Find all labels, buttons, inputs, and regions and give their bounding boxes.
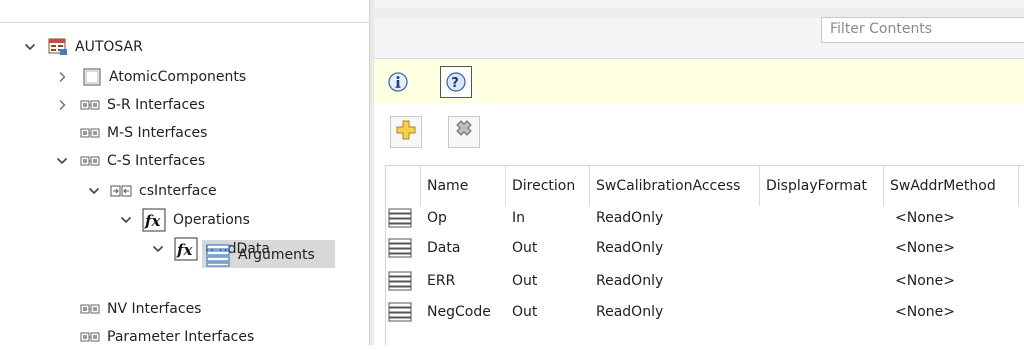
cell-direction: Out — [512, 273, 538, 289]
argument-row-icon — [388, 302, 412, 322]
tree-item-sr-interfaces[interactable]: S-R Interfaces — [54, 91, 205, 118]
svg-text:?: ? — [451, 76, 459, 91]
column-label: Name — [427, 178, 469, 194]
info-icon[interactable] — [382, 66, 414, 98]
tree-item-label: S-R Interfaces — [107, 96, 206, 113]
tree-item-atomiccomponents[interactable]: AtomicComponents — [54, 63, 246, 90]
delete-icon — [453, 119, 475, 145]
interface-icon — [80, 99, 100, 111]
model-tree-panel: AUTOSAR AtomicComponents S-R Interfaces … — [0, 0, 369, 345]
interface-icon — [80, 155, 100, 167]
column-header-displayformat[interactable]: DisplayFormat — [760, 166, 884, 206]
column-header-icon — [386, 166, 421, 206]
chevron-down-icon[interactable] — [54, 153, 70, 169]
tree-item-label: Parameter Interfaces — [107, 328, 255, 345]
argument-row-icon — [388, 271, 412, 291]
tree-item-arguments[interactable]: Arguments — [206, 241, 315, 268]
content-header: Filter Contents — [374, 0, 1024, 59]
tree-item-autosar[interactable]: AUTOSAR — [22, 33, 143, 60]
chevron-right-icon[interactable] — [54, 97, 70, 113]
cell-swaddrmethod: <None> — [895, 273, 955, 289]
chevron-right-icon[interactable] — [54, 69, 70, 85]
tree-item-nv-interfaces[interactable]: NV Interfaces — [70, 295, 201, 322]
chevron-down-icon[interactable] — [22, 39, 38, 55]
folder-icon — [82, 68, 102, 86]
tree-item-parameter-interfaces[interactable]: Parameter Interfaces — [70, 323, 254, 350]
cs-interface-icon — [110, 185, 132, 197]
argument-row-icon — [388, 208, 412, 228]
tree-item-label: M-S Interfaces — [107, 124, 208, 141]
help-icon[interactable]: ? — [440, 66, 472, 98]
column-header-direction[interactable]: Direction — [506, 166, 590, 206]
tree-item-ms-interfaces[interactable]: M-S Interfaces — [70, 119, 207, 146]
cell-swcalibrationaccess: ReadOnly — [596, 273, 664, 289]
interface-icon — [80, 303, 100, 315]
cell-direction: In — [512, 210, 526, 226]
chevron-down-icon[interactable] — [86, 183, 102, 199]
svg-text:fx: fx — [144, 212, 161, 230]
tree-item-csinterface[interactable]: csInterface — [86, 177, 217, 204]
cell-swcalibrationaccess: ReadOnly — [596, 240, 664, 256]
autosar-root-icon — [48, 38, 68, 56]
argument-row-icon — [388, 238, 412, 258]
cell-name: Data — [427, 240, 461, 256]
cell-name: NegCode — [427, 304, 491, 320]
arguments-icon — [206, 243, 230, 267]
tree-item-label: AtomicComponents — [109, 68, 247, 85]
cell-direction: Out — [512, 304, 538, 320]
column-header-swaddrmethod[interactable]: SwAddrMethod — [884, 166, 1019, 206]
tree-item-label: AUTOSAR — [75, 38, 143, 55]
interface-icon — [80, 127, 100, 139]
tree-item-operations[interactable]: fx Operations — [118, 206, 250, 233]
tree-item-label: NV Interfaces — [107, 300, 202, 317]
content-panel: Filter Contents ? Name Direction SwCalib… — [374, 0, 1024, 345]
filter-input[interactable]: Filter Contents — [821, 17, 1024, 43]
chevron-down-icon[interactable] — [150, 241, 166, 257]
column-label: DisplayFormat — [766, 178, 867, 194]
fx-icon: fx — [174, 237, 198, 261]
tree-item-label: Arguments — [238, 246, 315, 263]
add-button[interactable] — [390, 116, 422, 148]
cell-swcalibrationaccess: ReadOnly — [596, 304, 664, 320]
tree-header — [0, 0, 369, 23]
chevron-down-icon[interactable] — [118, 212, 134, 228]
cell-swcalibrationaccess: ReadOnly — [596, 210, 664, 226]
column-label: Direction — [512, 178, 576, 194]
delete-button[interactable] — [448, 116, 480, 148]
cell-swaddrmethod: <None> — [895, 304, 955, 320]
tree-item-label: C-S Interfaces — [107, 152, 206, 169]
tree-item-label: csInterface — [139, 182, 217, 199]
column-label: SwAddrMethod — [890, 178, 996, 194]
cell-swaddrmethod: <None> — [895, 210, 955, 226]
cell-direction: Out — [512, 240, 538, 256]
add-icon — [395, 119, 417, 145]
svg-text:fx: fx — [176, 241, 193, 259]
cell-name: ERR — [427, 273, 456, 289]
fx-icon: fx — [142, 208, 166, 232]
cell-name: Op — [427, 210, 447, 226]
cell-swaddrmethod: <None> — [895, 240, 955, 256]
tree-item-cs-interfaces[interactable]: C-S Interfaces — [54, 147, 205, 174]
column-label: SwCalibrationAccess — [596, 178, 741, 194]
interface-icon — [80, 331, 100, 343]
tree-item-label: Operations — [173, 211, 250, 228]
info-bar: ? — [374, 60, 1024, 103]
column-header-name[interactable]: Name — [421, 166, 506, 206]
column-header-swcalibrationaccess[interactable]: SwCalibrationAccess — [590, 166, 760, 206]
